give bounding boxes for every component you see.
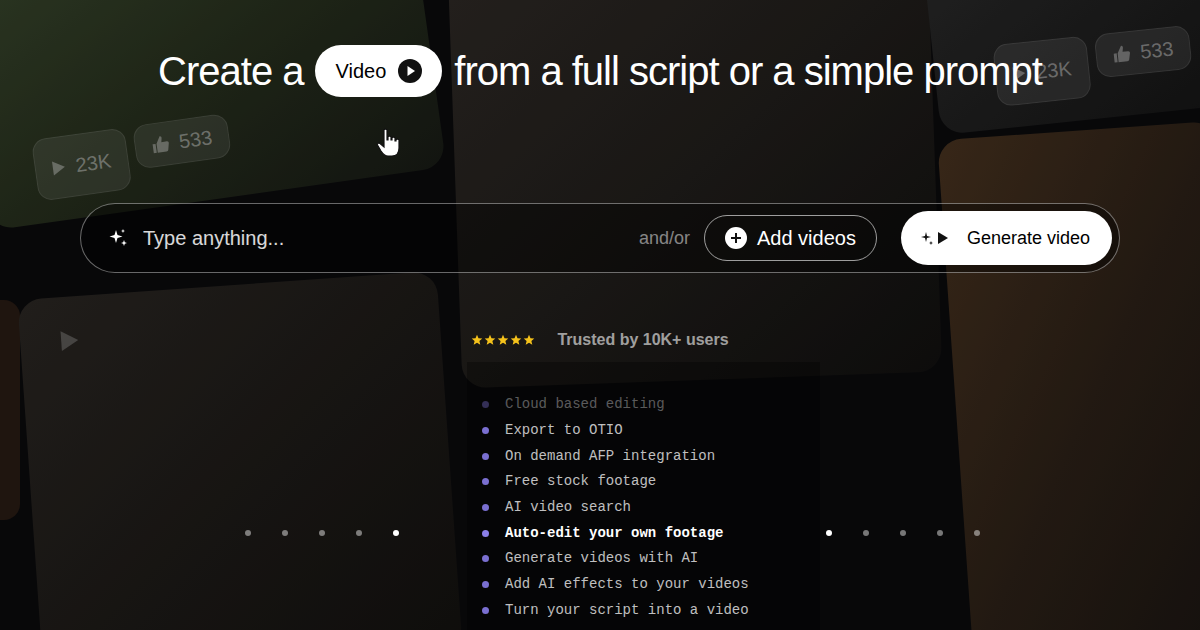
feature-list: Cloud based editing Export to OTIO On dema…	[467, 362, 820, 630]
carousel-dot[interactable]	[900, 530, 906, 536]
bullet-dot	[482, 504, 489, 511]
rating-stars	[471, 334, 535, 346]
carousel-dot[interactable]	[974, 530, 980, 536]
generate-video-button[interactable]: Generate video	[901, 211, 1112, 265]
generate-video-label[interactable]: Generate video	[967, 225, 1090, 252]
sparkle-play-icon	[921, 230, 949, 246]
bullet-dot	[482, 555, 489, 562]
bullet-dot	[482, 401, 489, 408]
hand-cursor-icon	[376, 128, 402, 158]
bullet-dot	[482, 581, 489, 588]
carousel-dot[interactable]	[937, 530, 943, 536]
bullet-dot	[482, 607, 489, 614]
feature-label[interactable]: Turn your script into a video	[505, 600, 749, 621]
feature-item[interactable]: Cloud based editing	[482, 392, 820, 418]
feature-label[interactable]: Cloud based editing	[505, 394, 665, 415]
trust-badge: Trusted by 10K+ users	[471, 328, 728, 352]
carousel-dot[interactable]	[319, 530, 325, 536]
feature-item[interactable]: Export to OTIO	[482, 418, 820, 444]
add-videos-label[interactable]: Add videos	[757, 223, 856, 253]
star-icon	[497, 334, 509, 346]
play-circle-icon	[398, 59, 422, 83]
media-type-pill[interactable]: Video	[315, 45, 442, 97]
hero: Create a Video from a full script or a sim…	[0, 0, 1200, 630]
headline: Create a Video from a full script or a sim…	[158, 45, 1042, 97]
carousel-dot[interactable]	[863, 530, 869, 536]
carousel-dot[interactable]	[826, 530, 832, 536]
feature-label[interactable]: Auto-edit your own footage	[505, 523, 723, 544]
media-type-label[interactable]: Video	[335, 45, 386, 97]
feature-label[interactable]: Add AI effects to your videos	[505, 574, 749, 595]
star-icon	[471, 334, 483, 346]
headline-text: Create a	[158, 45, 303, 97]
star-icon	[484, 334, 496, 346]
carousel-dots	[826, 362, 980, 536]
feature-label[interactable]: AI video search	[505, 497, 631, 518]
bullet-dot	[482, 427, 489, 434]
bullet-dot	[482, 478, 489, 485]
feature-item[interactable]: Free stock footage	[482, 469, 820, 495]
feature-label[interactable]: Export to OTIO	[505, 420, 623, 441]
feature-item[interactable]: Turn your script into a video	[482, 598, 820, 624]
prompt-input[interactable]	[143, 218, 625, 258]
feature-row: Cloud based editing Export to OTIO On dema…	[0, 362, 1200, 630]
bullet-dot	[482, 453, 489, 460]
trust-label: Trusted by 10K+ users	[557, 328, 728, 352]
carousel-dot[interactable]	[356, 530, 362, 536]
prompt-bar: and/or Add videos Generate video	[80, 203, 1120, 273]
headline-text: from a full script or a simple prompt	[454, 45, 1042, 97]
feature-item[interactable]: AI video search	[482, 495, 820, 521]
bullet-dot	[482, 530, 489, 537]
feature-label[interactable]: Generate videos with AI	[505, 548, 698, 569]
feature-item[interactable]: Add AI effects to your videos	[482, 572, 820, 598]
star-icon	[523, 334, 535, 346]
plus-circle-icon	[725, 227, 747, 249]
carousel-dots	[245, 362, 399, 536]
feature-label[interactable]: Free stock footage	[505, 471, 656, 492]
feature-item[interactable]: On demand AFP integration	[482, 443, 820, 469]
separator-label: and/or	[639, 225, 690, 252]
carousel-dot[interactable]	[282, 530, 288, 536]
feature-item[interactable]: Generate videos with AI	[482, 546, 820, 572]
carousel-dot[interactable]	[393, 530, 399, 536]
carousel-dot[interactable]	[245, 530, 251, 536]
star-icon	[510, 334, 522, 346]
add-videos-button[interactable]: Add videos	[704, 215, 877, 261]
feature-item[interactable]: Auto-edit your own footage	[482, 520, 820, 546]
sparkle-icon	[107, 227, 129, 249]
feature-label[interactable]: On demand AFP integration	[505, 446, 715, 467]
